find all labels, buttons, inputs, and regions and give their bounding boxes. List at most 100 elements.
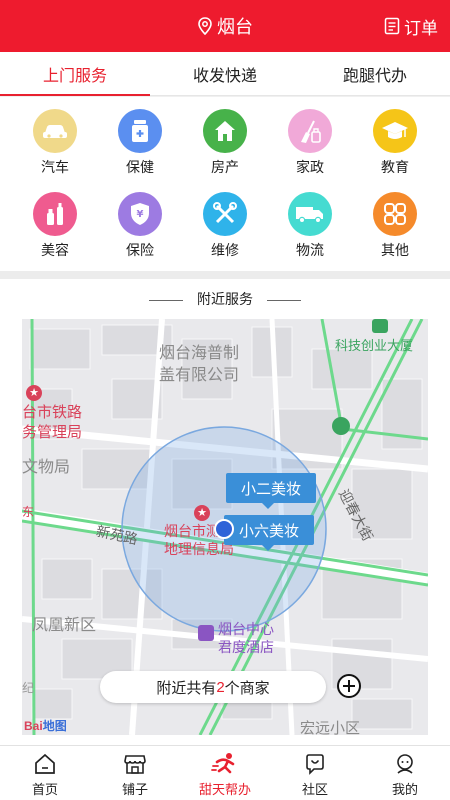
service-label: 保险 (126, 242, 154, 258)
shop-icon (124, 755, 146, 774)
service-label: 汽车 (41, 159, 69, 175)
tab-label: 上门服务 (42, 67, 107, 85)
map-label: 凤凰新区 (32, 617, 97, 634)
service-label: 维修 (211, 242, 239, 258)
service-car[interactable]: 汽车 (10, 109, 100, 179)
cosmetics-icon (33, 192, 77, 236)
house-icon (203, 109, 247, 153)
service-repair[interactable]: 维修 (180, 192, 270, 262)
marker-pointer (262, 503, 274, 509)
service-label: 家政 (296, 159, 324, 175)
merchant-marker-label: 小二美妆 (240, 480, 301, 498)
service-label: 教育 (381, 159, 409, 175)
map-label: 盖有限公司 (159, 367, 240, 384)
nearby-title: 附近服务 (0, 289, 450, 309)
service-tabs: 上门服务 收发快递 跑腿代办 (0, 52, 450, 96)
tab-label: 收发快递 (192, 67, 257, 85)
insurance-shield-icon: ¥ (118, 192, 162, 236)
nav-profile[interactable]: 我的 (360, 746, 450, 800)
map-label: 君度酒店 (218, 639, 274, 655)
tab-door-service[interactable]: 上门服务 (0, 52, 150, 96)
tab-label: 跑腿代办 (342, 67, 407, 85)
merchant-marker-label: 小六美妆 (238, 522, 299, 540)
medicine-icon (118, 109, 162, 153)
nearby-title-text: 附近服务 (197, 291, 253, 307)
section-divider (0, 271, 450, 279)
map-label: 烟台海普制 (159, 345, 240, 362)
map-label: 科技创业大厦 (335, 338, 414, 353)
location-pin-icon (198, 17, 212, 35)
orders-button[interactable]: 订单 (384, 0, 438, 52)
service-insurance[interactable]: ¥ 保险 (95, 192, 185, 262)
bank-icon (332, 417, 350, 435)
service-label: 美容 (41, 242, 69, 258)
merchant-count-suffix: 个商家 (224, 679, 270, 697)
community-icon (306, 754, 324, 775)
service-label: 保健 (126, 159, 154, 175)
divider-line (267, 299, 301, 301)
nav-home[interactable]: 首页 (0, 746, 90, 800)
map-label: 烟台市测 (164, 523, 220, 539)
car-icon (33, 109, 77, 153)
truck-icon (288, 192, 332, 236)
cleaning-icon (288, 109, 332, 153)
svg-text:¥: ¥ (137, 209, 144, 220)
nav-community[interactable]: 社区 (270, 746, 360, 800)
map-label: 宏远小区 (300, 720, 361, 735)
service-health[interactable]: 保健 (95, 109, 185, 179)
nav-label: 首页 (31, 782, 58, 797)
service-grid: 汽车 保健 房产 家政 教育 美容 ¥ 保险 维修 物流 其他 (0, 97, 450, 271)
map-label: 务管理局 (22, 424, 83, 441)
map-label: 纪 (22, 681, 35, 695)
home-icon (35, 753, 55, 774)
merchant-count-number: 2 (216, 678, 225, 696)
tab-errand[interactable]: 跑腿代办 (300, 52, 450, 95)
nav-shop[interactable]: 铺子 (90, 746, 180, 800)
merchant-marker-xiaoer[interactable]: 小二美妆 (226, 473, 316, 503)
poi-marker-icon: ★ (194, 505, 210, 521)
city-name: 烟台 (217, 17, 253, 37)
service-label: 其他 (381, 242, 409, 258)
profile-icon (397, 754, 413, 774)
merchant-count-prefix: 附近共有 (156, 679, 217, 697)
poi-marker-icon: ★ (26, 385, 42, 401)
nearby-section: 附近服务 烟台海普制 盖有限公司 科技创业大厦 台市铁路 务管理局 文物局 新苑… (0, 279, 450, 745)
grid-icon (373, 192, 417, 236)
service-education[interactable]: 教育 (350, 109, 440, 179)
nearby-map[interactable]: 烟台海普制 盖有限公司 科技创业大厦 台市铁路 务管理局 文物局 新苑路 烟台市… (22, 319, 428, 735)
app-header: 烟台 订单 (0, 0, 450, 52)
nav-label: 我的 (391, 782, 418, 797)
merchant-marker-xiaoliu[interactable]: 小六美妆 (224, 515, 314, 545)
tab-express[interactable]: 收发快递 (150, 52, 300, 95)
marker-pointer (262, 545, 274, 551)
merchant-count-bar[interactable]: 附近共有 2 个商家 (100, 671, 326, 703)
service-label: 房产 (211, 159, 239, 175)
bottom-nav: 首页 铺子 甜天帮办 社区 我的 (0, 745, 450, 800)
nav-helper[interactable]: 甜天帮办 (180, 746, 270, 800)
map-label: 文物局 (22, 459, 71, 476)
service-other[interactable]: 其他 (350, 192, 440, 262)
map-label: 东 (22, 505, 35, 519)
nav-label: 甜天帮办 (198, 782, 251, 797)
nav-label: 社区 (301, 782, 328, 797)
service-realestate[interactable]: 房产 (180, 109, 270, 179)
current-location-dot (214, 519, 234, 539)
city-selector[interactable]: 烟台 (0, 0, 450, 52)
building-icon (372, 319, 388, 333)
tools-icon (203, 192, 247, 236)
divider-line (149, 299, 183, 301)
orders-label: 订单 (404, 18, 438, 38)
service-logistics[interactable]: 物流 (265, 192, 355, 262)
service-beauty[interactable]: 美容 (10, 192, 100, 262)
zoom-in-icon[interactable] (336, 673, 362, 699)
graduation-cap-icon (373, 109, 417, 153)
service-housekeeping[interactable]: 家政 (265, 109, 355, 179)
hotel-icon (198, 625, 214, 641)
runner-icon (211, 753, 235, 774)
order-list-icon (384, 17, 400, 35)
map-label: 台市铁路 (22, 404, 83, 421)
map-label: 烟台中心 (218, 621, 274, 637)
service-label: 物流 (296, 242, 324, 258)
baidu-logo: Bai地图 (24, 719, 67, 733)
nav-label: 铺子 (121, 782, 148, 797)
